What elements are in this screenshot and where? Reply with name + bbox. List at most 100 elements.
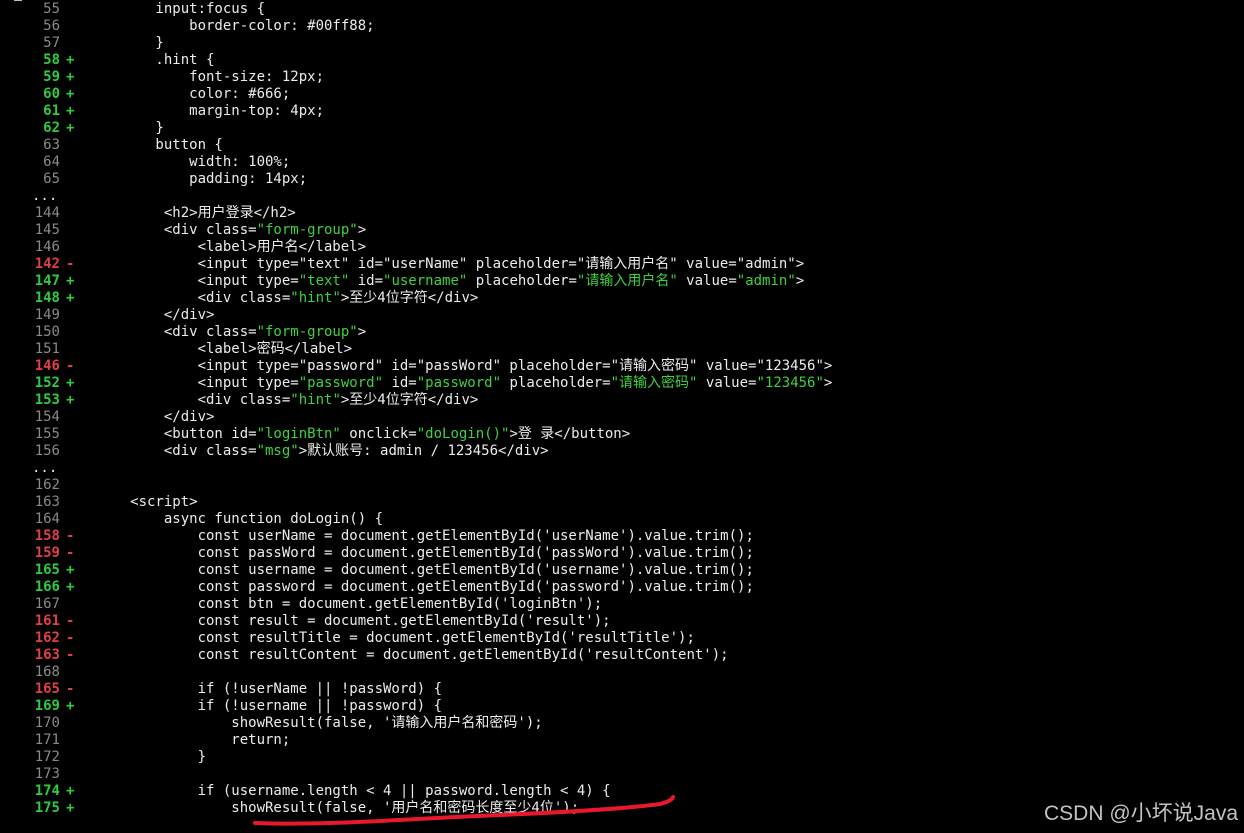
code-token: >至少4位字符</div> <box>340 290 479 306</box>
line-number: 63 <box>43 137 60 153</box>
line-number: 144 <box>34 205 60 221</box>
diff-line-added: 61 + margin-top: 4px; <box>0 103 1244 120</box>
diff-line-added: 153 + <div class="hint">至少4位字符</div> <box>0 392 1244 409</box>
diff-line-removed: 159- const passWord = document.getElemen… <box>0 545 1244 562</box>
code-text: .hint { <box>88 52 214 69</box>
diff-line-added: 147 + <input type="text" id="username" pl… <box>0 273 1244 290</box>
line-number: 149 <box>34 307 60 323</box>
code-text: const resultContent = document.getElemen… <box>88 647 729 664</box>
code-token: > <box>357 324 367 340</box>
diff-line-added: 152 + <input type="password" id="password… <box>0 375 1244 392</box>
diff-line-context: 56 border-color: #00ff88; <box>0 18 1244 35</box>
string-token: "password" <box>298 375 384 391</box>
string-token: "password" <box>416 375 502 391</box>
diff-marker: - <box>66 681 75 697</box>
code-token: id= <box>383 375 417 391</box>
code-token: <input type= <box>88 375 299 391</box>
diff-line-context: 63 button { <box>0 137 1244 154</box>
diff-line-context: 65 padding: 14px; <box>0 171 1244 188</box>
code-token: placeholder= <box>501 375 611 391</box>
code-text: <script> <box>88 494 198 511</box>
code-text: </div> <box>88 409 215 426</box>
diff-marker: + <box>66 120 75 136</box>
line-number: 173 <box>34 766 60 782</box>
code-token: showResult(false, '用户名和密码长度至少4位'); <box>88 800 580 816</box>
diff-line-context: 167 const btn = document.getElementById(… <box>0 596 1244 613</box>
line-number: 161 <box>34 613 60 629</box>
code-token: const password = document.getElementById… <box>88 579 754 595</box>
diff-line-context: 145 <div class="form-group"> <box>0 222 1244 239</box>
code-token: } <box>88 35 164 51</box>
code-text: showResult(false, '用户名和密码长度至少4位'); <box>88 800 579 817</box>
diff-line-context: 172 } <box>0 749 1244 766</box>
diff-marker: - <box>66 256 75 272</box>
code-token: <input type="text" id="userName" placeho… <box>88 256 805 272</box>
code-token: > <box>357 222 367 238</box>
diff-line-context: 151 <label>密码</label> <box>0 341 1244 358</box>
diff-line-added: 165 + const username = document.getElemen… <box>0 562 1244 579</box>
diff-marker: + <box>66 698 75 714</box>
line-number: 167 <box>34 596 60 612</box>
diff-line-removed: 161- const result = document.getElementB… <box>0 613 1244 630</box>
hunk-separator: ... <box>0 460 1244 477</box>
diff-marker: + <box>66 800 75 816</box>
code-token: const btn = document.getElementById('log… <box>88 596 603 612</box>
diff-marker: + <box>66 290 75 306</box>
code-text: const username = document.getElementById… <box>88 562 754 579</box>
string-token: "doLogin()" <box>416 426 510 442</box>
code-text: <div class="form-group"> <box>88 222 366 239</box>
code-text: font-size: 12px; <box>88 69 324 86</box>
diff-marker: + <box>66 392 75 408</box>
code-text: showResult(false, '请输入用户名和密码'); <box>88 715 543 732</box>
code-text: <input type="password" id="passWord" pla… <box>88 358 833 375</box>
line-number: 55 <box>43 1 60 17</box>
code-token: >登 录</button> <box>509 426 631 442</box>
line-number: 62 <box>43 120 60 136</box>
code-text: input:focus { <box>88 1 265 18</box>
code-text: <div class="hint">至少4位字符</div> <box>88 290 479 307</box>
code-text: const userName = document.getElementById… <box>88 528 754 545</box>
code-token: <script> <box>88 494 198 510</box>
diff-view: 55 input:focus {56 border-color: #00ff88… <box>0 1 1244 817</box>
line-number: 142 <box>34 256 60 272</box>
diff-line-context: 162 <box>0 477 1244 494</box>
diff-marker: - <box>66 528 75 544</box>
string-token: "loginBtn" <box>256 426 341 442</box>
line-number: 152 <box>34 375 60 391</box>
line-number: 163 <box>34 647 60 663</box>
code-text: <div class="msg">默认账号: admin / 123456</d… <box>88 443 549 460</box>
line-number: 153 <box>34 392 60 408</box>
code-token: font-size: 12px; <box>88 69 325 85</box>
code-text: if (username.length < 4 || password.leng… <box>88 783 611 800</box>
diff-line-removed: 158- const userName = document.getElemen… <box>0 528 1244 545</box>
diff-marker: + <box>66 52 75 68</box>
diff-marker: + <box>66 86 75 102</box>
line-number: 171 <box>34 732 60 748</box>
code-token: > <box>823 375 833 391</box>
code-text: const passWord = document.getElementById… <box>88 545 754 562</box>
code-token: return; <box>88 732 291 748</box>
diff-line-context: 156 <div class="msg">默认账号: admin / 12345… <box>0 443 1244 460</box>
line-number: ... <box>32 188 58 204</box>
diff-marker: - <box>66 613 75 629</box>
diff-line-context: 57 } <box>0 35 1244 52</box>
code-text: button { <box>88 137 222 154</box>
code-token: .hint { <box>88 52 215 68</box>
code-token: if (!username || !password) { <box>88 698 443 714</box>
code-text: width: 100%; <box>88 154 290 171</box>
diff-marker: - <box>66 358 75 374</box>
line-number: 150 <box>34 324 60 340</box>
diff-line-added: 62 + } <box>0 120 1244 137</box>
line-number: 170 <box>34 715 60 731</box>
code-token: >默认账号: admin / 123456</div> <box>298 443 549 459</box>
string-token: "hint" <box>290 290 341 306</box>
diff-line-removed: 163- const resultContent = document.getE… <box>0 647 1244 664</box>
line-number: 65 <box>43 171 60 187</box>
diff-line-added: 59 + font-size: 12px; <box>0 69 1244 86</box>
string-token: "msg" <box>256 443 299 459</box>
code-token: showResult(false, '请输入用户名和密码'); <box>88 715 543 731</box>
code-token: border-color: #00ff88; <box>88 18 375 34</box>
code-token: <button id= <box>88 426 257 442</box>
line-number: 155 <box>34 426 60 442</box>
code-token: const resultContent = document.getElemen… <box>88 647 729 663</box>
